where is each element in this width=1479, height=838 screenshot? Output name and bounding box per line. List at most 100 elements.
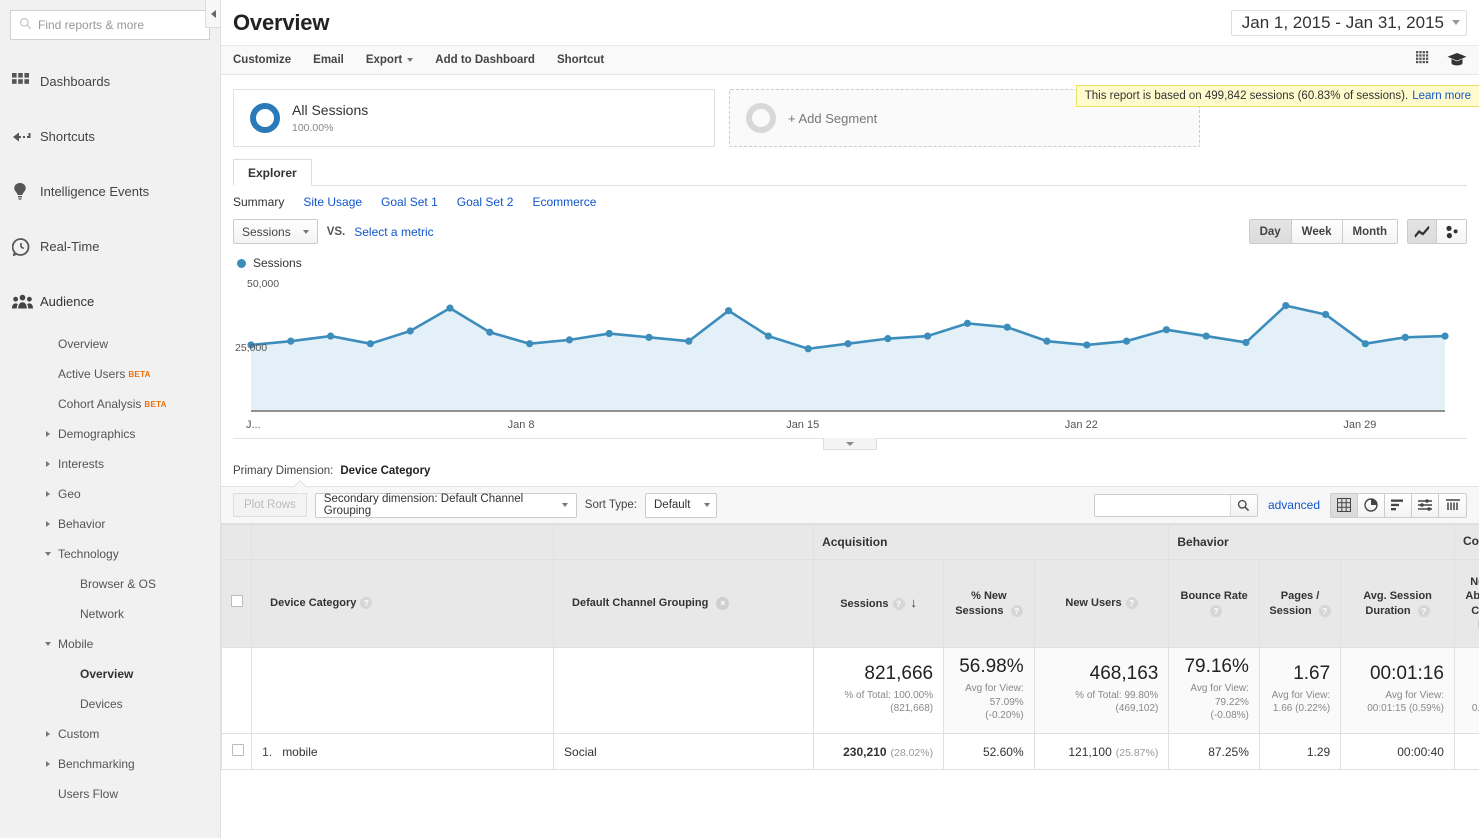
col-sessions[interactable]: Sessions?↓ bbox=[814, 560, 944, 648]
sidebar-item-overview[interactable]: Overview bbox=[0, 659, 220, 689]
sidebar-item-custom[interactable]: Custom bbox=[0, 719, 220, 749]
sidebar-item-interests[interactable]: Interests bbox=[0, 449, 220, 479]
bar-view-icon[interactable] bbox=[1385, 494, 1412, 517]
chart-point[interactable] bbox=[1322, 311, 1329, 318]
pivot-view-icon[interactable] bbox=[1439, 494, 1466, 517]
action-customize[interactable]: Customize bbox=[233, 54, 291, 66]
row-checkbox[interactable] bbox=[232, 744, 244, 756]
sidebar-item-audience[interactable]: Audience bbox=[0, 274, 220, 329]
advanced-link[interactable]: advanced bbox=[1268, 498, 1320, 512]
row-device-value[interactable]: mobile bbox=[282, 745, 317, 759]
sidebar-item-demographics[interactable]: Demographics bbox=[0, 419, 220, 449]
chart-point[interactable] bbox=[1362, 340, 1369, 347]
row-checkbox-cell[interactable] bbox=[222, 734, 252, 770]
col-default-channel-grouping[interactable]: Default Channel Grouping× bbox=[554, 560, 814, 648]
subtab-goal-set-1[interactable]: Goal Set 1 bbox=[381, 195, 438, 209]
table-search[interactable] bbox=[1094, 494, 1258, 517]
action-add-to-dashboard[interactable]: Add to Dashboard bbox=[435, 54, 535, 66]
sidebar-item-behavior[interactable]: Behavior bbox=[0, 509, 220, 539]
sidebar-item-users-flow[interactable]: Users Flow bbox=[0, 779, 220, 809]
sidebar-item-network[interactable]: Network bbox=[0, 599, 220, 629]
chart-point[interactable] bbox=[566, 336, 573, 343]
chart-point[interactable] bbox=[407, 327, 414, 334]
sidebar-item-devices[interactable]: Devices bbox=[0, 689, 220, 719]
sidebar-item-shortcuts[interactable]: Shortcuts bbox=[0, 109, 220, 164]
sidebar-item-cohort-analysis[interactable]: Cohort AnalysisBETA bbox=[0, 389, 220, 419]
granularity-month[interactable]: Month bbox=[1343, 220, 1397, 243]
col-avg-session-duration[interactable]: Avg. Session Duration ? bbox=[1341, 560, 1455, 648]
chart-point[interactable] bbox=[486, 329, 493, 336]
comparison-view-icon[interactable] bbox=[1412, 494, 1439, 517]
chart-point[interactable] bbox=[964, 320, 971, 327]
chart-point[interactable] bbox=[1163, 326, 1170, 333]
primary-dimension-value[interactable]: Device Category bbox=[340, 465, 430, 477]
secondary-dimension-select[interactable]: Secondary dimension: Default Channel Gro… bbox=[315, 493, 577, 518]
col-device-category[interactable]: Device Category? bbox=[252, 560, 554, 648]
granularity-week[interactable]: Week bbox=[1292, 220, 1343, 243]
sidebar-item-benchmarking[interactable]: Benchmarking bbox=[0, 749, 220, 779]
granularity-day[interactable]: Day bbox=[1250, 220, 1292, 243]
chart-point[interactable] bbox=[1004, 324, 1011, 331]
chart-point[interactable] bbox=[805, 345, 812, 352]
search-input[interactable] bbox=[38, 18, 201, 32]
chart-point[interactable] bbox=[446, 305, 453, 312]
sidebar-item-browser-os[interactable]: Browser & OS bbox=[0, 569, 220, 599]
line-chart-icon[interactable] bbox=[1408, 220, 1437, 243]
chart-point[interactable] bbox=[367, 340, 374, 347]
chart-point[interactable] bbox=[765, 332, 772, 339]
subtab-summary[interactable]: Summary bbox=[233, 195, 284, 209]
table-search-input[interactable] bbox=[1095, 495, 1230, 516]
sort-type-select[interactable]: Default bbox=[645, 493, 717, 518]
subtab-ecommerce[interactable]: Ecommerce bbox=[532, 195, 596, 209]
col-pages-session[interactable]: Pages / Session ? bbox=[1259, 560, 1340, 648]
dots-grid-icon[interactable] bbox=[1416, 51, 1431, 69]
action-email[interactable]: Email bbox=[313, 54, 344, 66]
chart-expander-button[interactable] bbox=[823, 438, 877, 450]
metric-select[interactable]: Sessions bbox=[233, 219, 318, 244]
sidebar-item-mobile[interactable]: Mobile bbox=[0, 629, 220, 659]
plot-rows-button[interactable]: Plot Rows bbox=[233, 493, 307, 517]
graduation-cap-icon[interactable] bbox=[1447, 52, 1467, 69]
help-icon[interactable]: ? bbox=[1210, 605, 1222, 617]
col-new-sessions-pct[interactable]: % New Sessions ? bbox=[944, 560, 1035, 648]
sidebar-collapse-button[interactable] bbox=[205, 0, 221, 28]
sidebar-item-overview[interactable]: Overview bbox=[0, 329, 220, 359]
col-new-users[interactable]: New Users? bbox=[1034, 560, 1169, 648]
table-view-icon[interactable] bbox=[1331, 494, 1358, 517]
chart-point[interactable] bbox=[1203, 332, 1210, 339]
action-shortcut[interactable]: Shortcut bbox=[557, 54, 604, 66]
subtab-goal-set-2[interactable]: Goal Set 2 bbox=[457, 195, 514, 209]
sidebar-item-real-time[interactable]: Real-Time bbox=[0, 219, 220, 274]
segment-all-sessions[interactable]: All Sessions 100.00% bbox=[233, 89, 715, 147]
learn-more-link[interactable]: Learn more bbox=[1412, 90, 1471, 102]
action-export[interactable]: Export bbox=[366, 54, 413, 66]
help-icon[interactable]: ? bbox=[1011, 605, 1023, 617]
sidebar-item-active-users[interactable]: Active UsersBETA bbox=[0, 359, 220, 389]
chart-point[interactable] bbox=[1441, 332, 1448, 339]
select-all-checkbox[interactable] bbox=[231, 595, 243, 607]
tab-explorer[interactable]: Explorer bbox=[233, 159, 312, 186]
chart-point[interactable] bbox=[606, 330, 613, 337]
chart-point[interactable] bbox=[1123, 338, 1130, 345]
chart-point[interactable] bbox=[1043, 338, 1050, 345]
sidebar-item-geo[interactable]: Geo bbox=[0, 479, 220, 509]
col-bounce-rate[interactable]: Bounce Rate ? bbox=[1169, 560, 1260, 648]
chart-point[interactable] bbox=[924, 332, 931, 339]
close-icon[interactable]: × bbox=[716, 597, 729, 610]
chart-point[interactable] bbox=[287, 338, 294, 345]
col-goal2-conversion-rate[interactable]: Newsletter - About (Goal 2 Conversion Ra… bbox=[1454, 560, 1479, 648]
chart-point[interactable] bbox=[1282, 302, 1289, 309]
help-icon[interactable]: ? bbox=[1126, 597, 1138, 609]
sidebar-item-dashboards[interactable]: Dashboards bbox=[0, 54, 220, 109]
chart-point[interactable] bbox=[725, 307, 732, 314]
chart-point[interactable] bbox=[1242, 339, 1249, 346]
chart-point[interactable] bbox=[685, 338, 692, 345]
help-icon[interactable]: ? bbox=[1319, 605, 1331, 617]
chart-point[interactable] bbox=[526, 340, 533, 347]
row-channel-grouping[interactable]: Social bbox=[554, 734, 814, 770]
chart-point[interactable] bbox=[327, 332, 334, 339]
table-search-button[interactable] bbox=[1230, 495, 1257, 516]
help-icon[interactable]: ? bbox=[1418, 605, 1430, 617]
chart-point[interactable] bbox=[844, 340, 851, 347]
table-row[interactable]: 1.mobile Social 230,210(28.02%) 52.60% 1… bbox=[222, 734, 1479, 770]
